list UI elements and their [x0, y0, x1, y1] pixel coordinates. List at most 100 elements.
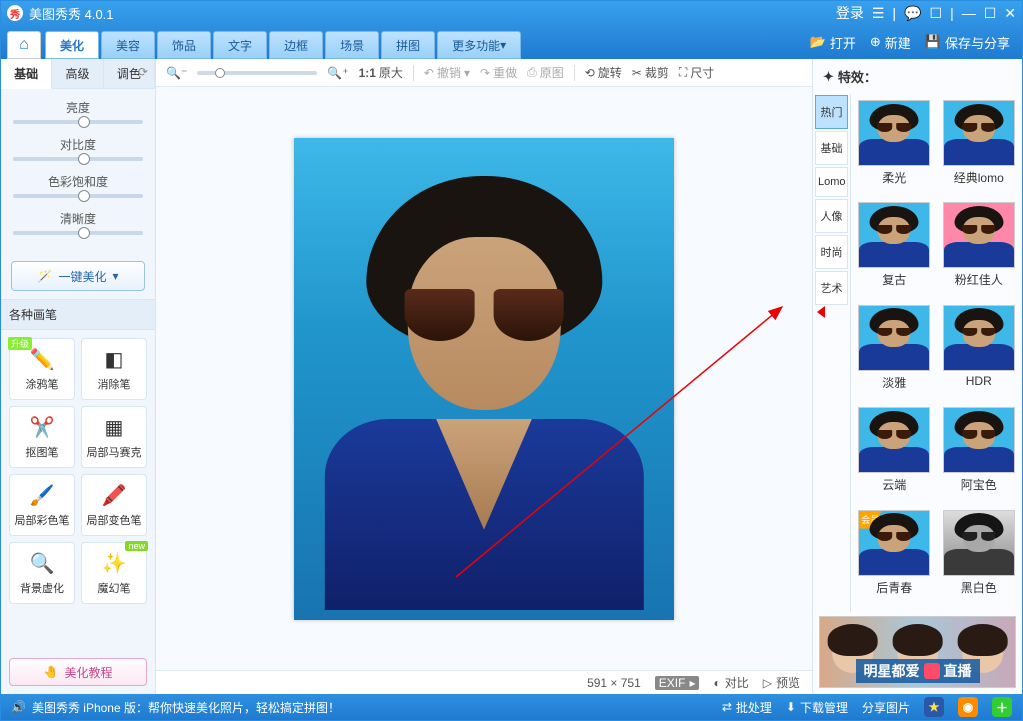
one-key-beautify-button[interactable]: 🪄一键美化▾	[11, 261, 145, 291]
effect-label: 阿宝色	[961, 476, 997, 493]
slider-1[interactable]	[13, 157, 143, 161]
effect-淡雅[interactable]: 淡雅	[857, 305, 932, 401]
chevron-down-icon: ▾	[500, 38, 506, 52]
brush-icon: 🖍️	[102, 483, 127, 508]
sep: |	[950, 5, 954, 21]
effect-复古[interactable]: 复古	[857, 202, 932, 298]
brush-涂鸦笔[interactable]: 升级✏️涂鸦笔	[9, 338, 75, 400]
main-tabs: ⌂ 美化 美容 饰品 文字 边框 场景 拼图 更多功能 ▾ 📂打开 ⊕新建 💾保…	[1, 25, 1022, 59]
ratio-button[interactable]: 1:1 原大	[359, 64, 403, 81]
center-area: 🔍⁻ 🔍⁺ 1:1 原大 ↶撤销▾ ↷重做 ⎙原图 ⟲旋转 ✂裁剪 ⛶尺寸	[156, 59, 812, 694]
tab-frame[interactable]: 边框	[269, 31, 323, 59]
undo-button[interactable]: ↶撤销▾	[424, 64, 470, 81]
brush-背景虚化[interactable]: 🔍背景虚化	[9, 542, 75, 604]
feedback-icon[interactable]: ☰	[872, 5, 885, 22]
effect-category-时尚[interactable]: 时尚	[815, 235, 848, 269]
brush-局部变色笔[interactable]: 🖍️局部变色笔	[81, 474, 147, 536]
camera-icon	[924, 663, 940, 679]
left-tab-color[interactable]: 调色⟳	[104, 59, 155, 88]
effect-category-Lomo[interactable]: Lomo	[815, 167, 848, 197]
effect-HDR[interactable]: HDR	[942, 305, 1017, 401]
brush-局部彩色笔[interactable]: 🖌️局部彩色笔	[9, 474, 75, 536]
tab-beautify[interactable]: 美化	[45, 31, 99, 59]
close-icon[interactable]: ✕	[1004, 5, 1016, 22]
brush-icon: ✂️	[30, 415, 55, 440]
tutorial-button[interactable]: 🤚美化教程	[9, 658, 147, 686]
download-icon: ⬇	[786, 700, 796, 714]
effect-后青春[interactable]: 会员后青春	[857, 510, 932, 606]
refresh-icon[interactable]: ⟳	[138, 65, 148, 79]
effect-阿宝色[interactable]: 阿宝色	[942, 407, 1017, 503]
tab-beauty[interactable]: 美容	[101, 31, 155, 59]
window-icon[interactable]: ☐	[930, 5, 943, 22]
weibo-icon[interactable]: ◉	[958, 697, 978, 717]
sound-icon[interactable]: 🔊	[11, 700, 26, 714]
effect-category-基础[interactable]: 基础	[815, 131, 848, 165]
home-button[interactable]: ⌂	[7, 31, 41, 59]
hand-icon: 🤚	[44, 665, 59, 679]
effect-label: 粉红佳人	[955, 271, 1003, 288]
effect-category-人像[interactable]: 人像	[815, 199, 848, 233]
slider-2[interactable]	[13, 194, 143, 198]
batch-button[interactable]: ⇄批处理	[722, 699, 772, 716]
tab-decor[interactable]: 饰品	[157, 31, 211, 59]
effect-经典lomo[interactable]: 经典lomo	[942, 100, 1017, 196]
left-tab-advanced[interactable]: 高级	[52, 59, 103, 88]
plus-circle-icon: ⊕	[870, 34, 881, 50]
preview-button[interactable]: ▷预览	[763, 674, 800, 691]
original-image-button[interactable]: ⎙原图	[527, 64, 564, 81]
brush-局部马赛克[interactable]: ▦局部马赛克	[81, 406, 147, 468]
image-dimensions: 591 × 751	[587, 676, 641, 690]
left-tab-basic[interactable]: 基础	[1, 59, 52, 89]
slider-3[interactable]	[13, 231, 143, 235]
new-button[interactable]: ⊕新建	[870, 33, 911, 52]
qzone-icon[interactable]: ★	[924, 697, 944, 717]
ad-banner[interactable]: 明星都爱直播	[819, 616, 1016, 688]
tab-text[interactable]: 文字	[213, 31, 267, 59]
effect-黑白色[interactable]: 黑白色	[942, 510, 1017, 606]
promo-text: 美图秀秀 iPhone 版：帮你快速美化照片，轻松搞定拼图！	[32, 699, 340, 716]
crop-button[interactable]: ✂裁剪	[632, 64, 669, 81]
minimize-icon[interactable]: —	[962, 5, 976, 21]
exif-button[interactable]: EXIF▸	[655, 676, 700, 690]
rotate-button[interactable]: ⟲旋转	[585, 64, 622, 81]
size-button[interactable]: ⛶尺寸	[679, 64, 714, 81]
effect-云端[interactable]: 云端	[857, 407, 932, 503]
effect-柔光[interactable]: 柔光	[857, 100, 932, 196]
effect-粉红佳人[interactable]: 粉红佳人	[942, 202, 1017, 298]
zoom-slider[interactable]	[197, 71, 317, 75]
photo	[294, 138, 674, 620]
brush-icon: ▦	[105, 415, 124, 440]
save-button[interactable]: 💾保存与分享	[925, 33, 1010, 52]
canvas[interactable]	[156, 87, 812, 670]
effect-label: 柔光	[882, 169, 906, 186]
effects-title: ✦特效：	[813, 59, 1022, 94]
canvas-toolbar: 🔍⁻ 🔍⁺ 1:1 原大 ↶撤销▾ ↷重做 ⎙原图 ⟲旋转 ✂裁剪 ⛶尺寸	[156, 59, 812, 87]
bottom-bar: 🔊 美图秀秀 iPhone 版：帮你快速美化照片，轻松搞定拼图！ ⇄批处理 ⬇下…	[1, 694, 1022, 720]
share-button[interactable]: 分享图片	[862, 699, 910, 716]
add-icon[interactable]: ＋	[992, 697, 1012, 717]
download-manager-button[interactable]: ⬇下载管理	[786, 699, 848, 716]
comment-icon[interactable]: 💬	[904, 5, 921, 22]
zoom-in-icon[interactable]: 🔍⁺	[327, 66, 348, 80]
effect-category-艺术[interactable]: 艺术	[815, 271, 848, 305]
login-link[interactable]: 登录	[836, 3, 864, 23]
zoom-out-icon[interactable]: 🔍⁻	[166, 66, 187, 80]
redo-button[interactable]: ↷重做	[480, 64, 517, 81]
arrow-tip	[817, 306, 825, 318]
maximize-icon[interactable]: ☐	[984, 5, 997, 22]
effect-label: HDR	[966, 374, 992, 388]
redo-icon: ↷	[480, 66, 490, 80]
brush-消除笔[interactable]: ◧消除笔	[81, 338, 147, 400]
brush-抠图笔[interactable]: ✂️抠图笔	[9, 406, 75, 468]
effect-label: 云端	[882, 476, 906, 493]
tab-more[interactable]: 更多功能 ▾	[437, 31, 521, 59]
contrast-button[interactable]: ◐对比	[713, 674, 748, 691]
tab-collage[interactable]: 拼图	[381, 31, 435, 59]
brush-魔幻笔[interactable]: new✨魔幻笔	[81, 542, 147, 604]
star-icon: ✦	[823, 69, 834, 85]
open-button[interactable]: 📂打开	[810, 33, 856, 52]
tab-scene[interactable]: 场景	[325, 31, 379, 59]
effect-category-热门[interactable]: 热门	[815, 95, 848, 129]
slider-0[interactable]	[13, 120, 143, 124]
